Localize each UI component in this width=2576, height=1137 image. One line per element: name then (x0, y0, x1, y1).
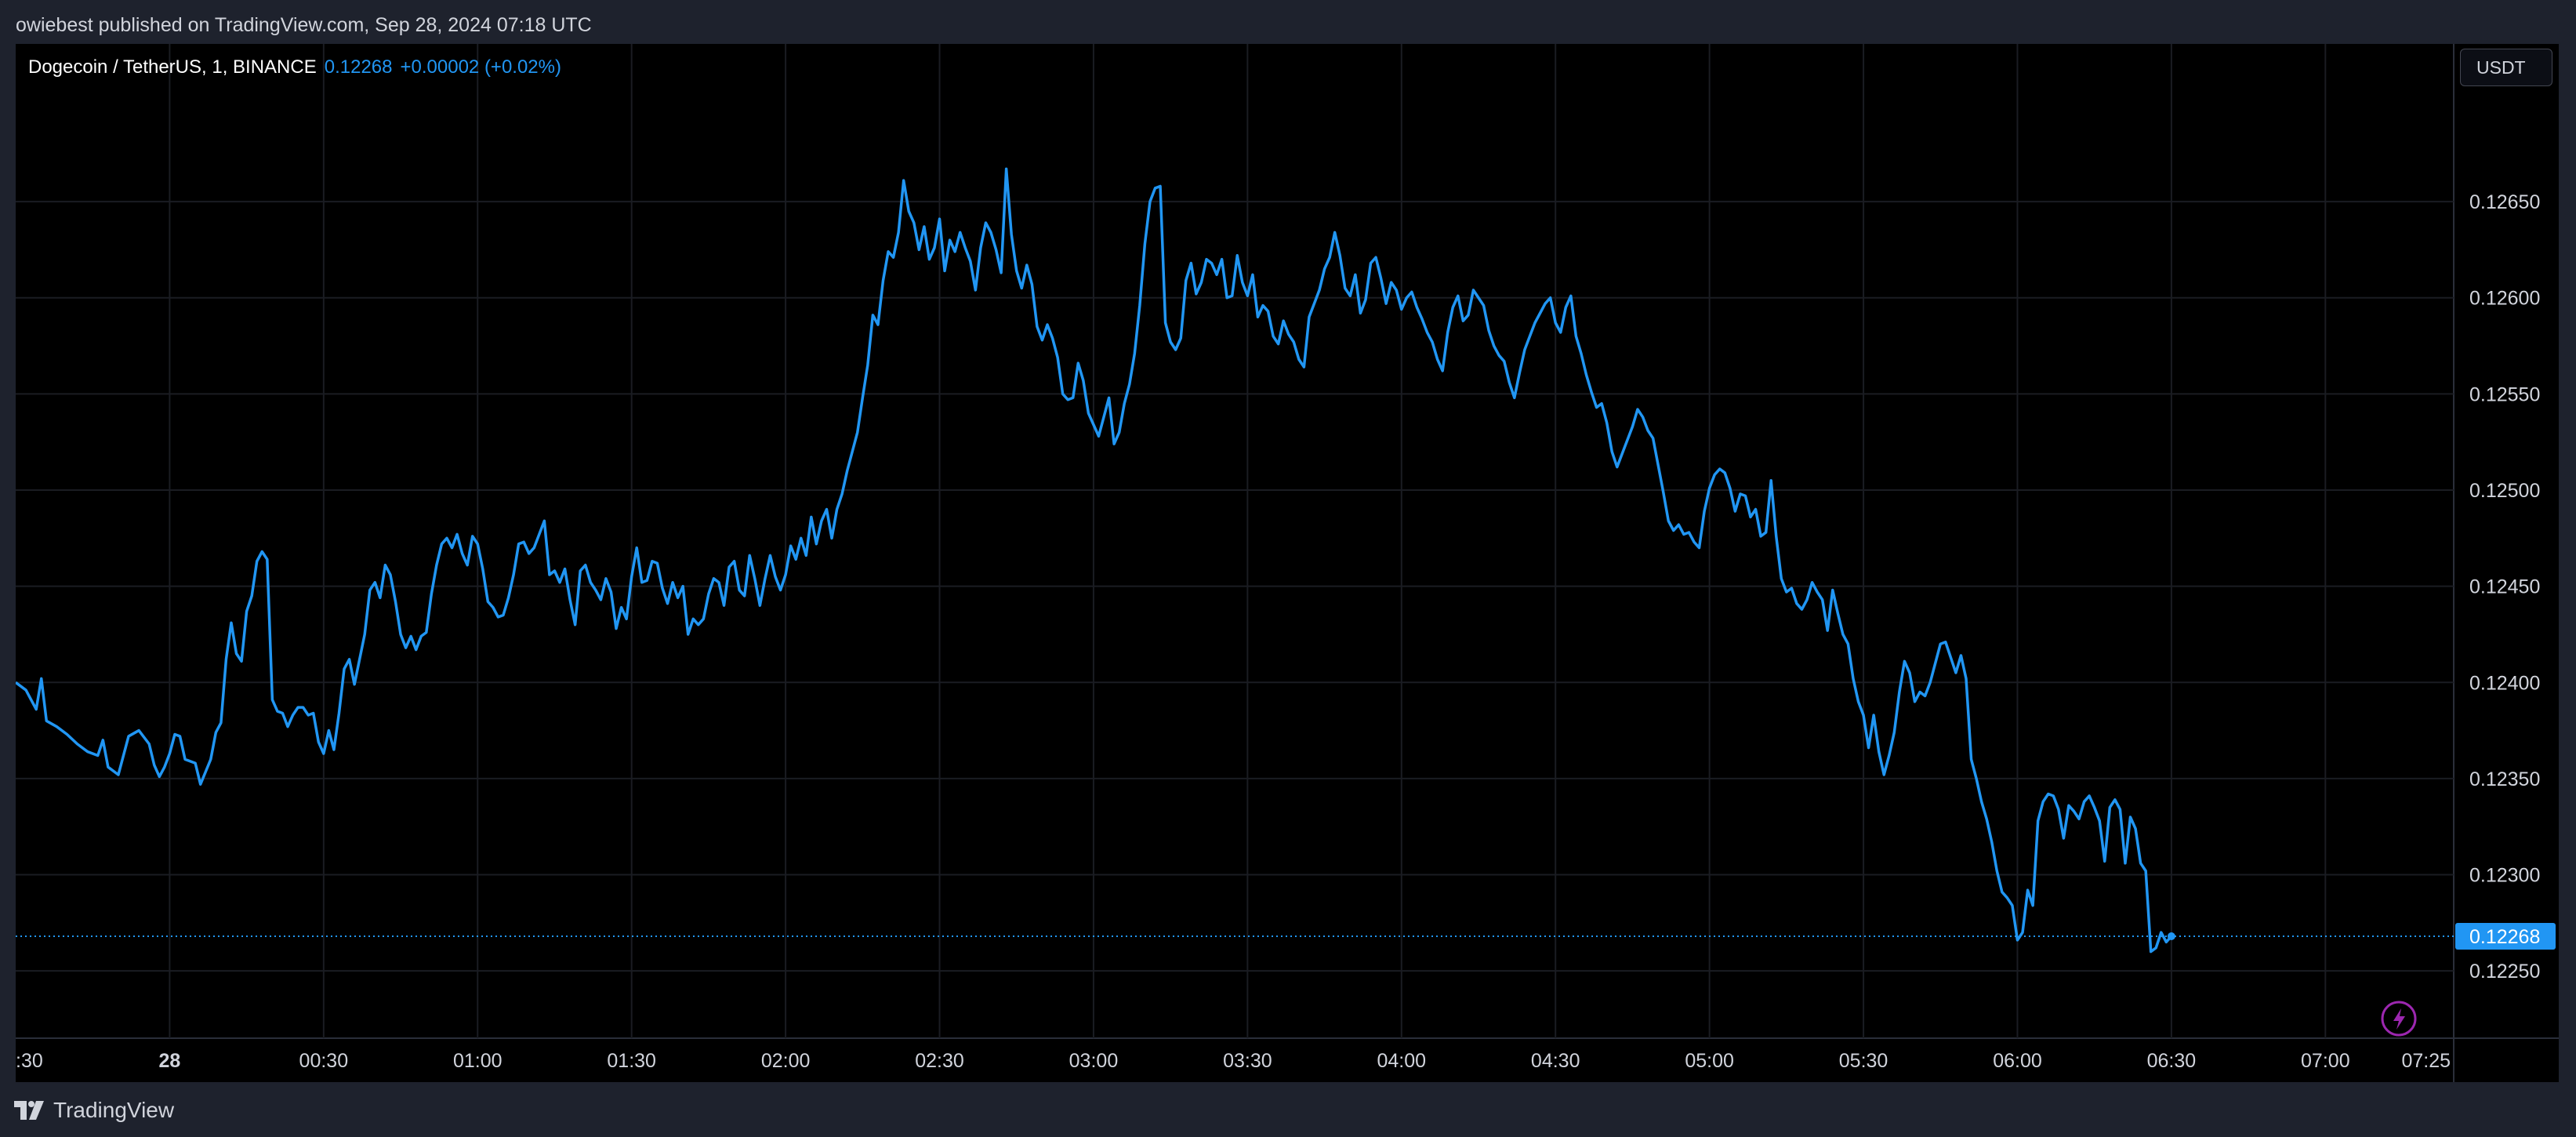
x-tick-label: 04:30 (1531, 1050, 1580, 1072)
y-tick-label: 0.12300 (2469, 865, 2540, 887)
footer: TradingView (0, 1082, 2576, 1137)
x-tick-label: 07:25 (2401, 1050, 2451, 1072)
y-tick-label: 0.12450 (2469, 576, 2540, 598)
x-tick-label: 00:30 (299, 1050, 349, 1072)
publish-info: owiebest published on TradingView.com, S… (16, 14, 592, 36)
series-layer (16, 167, 2175, 954)
y-tick-label: 0.12650 (2469, 191, 2540, 213)
x-tick-label: 02:00 (761, 1050, 811, 1072)
x-tick-label: 03:30 (1223, 1050, 1272, 1072)
tradingview-page: owiebest published on TradingView.com, S… (0, 0, 2576, 1137)
x-tick-label: 03:00 (1069, 1050, 1119, 1072)
x-tick-label: 02:30 (915, 1050, 964, 1072)
tradingview-logo-icon (14, 1101, 44, 1120)
x-tick-label: 01:00 (453, 1050, 503, 1072)
x-tick-label: :30 (16, 1050, 43, 1072)
y-tick-label: 0.12250 (2469, 961, 2540, 983)
price-axis: 0.12650 0.12600 0.12550 0.12500 0.12450 0.124… (2469, 191, 2540, 983)
y-tick-label: 0.12350 (2469, 768, 2540, 790)
y-tick-label: 0.12400 (2469, 672, 2540, 694)
brand-name: TradingView (53, 1098, 175, 1122)
lightning-icon[interactable] (2381, 1001, 2417, 1037)
tradingview-brand[interactable]: TradingView (14, 1095, 174, 1126)
x-tick-label: 28 (159, 1050, 181, 1072)
chart-pane[interactable]: 0.12268 0.12650 0.12600 0.12550 0.12500 0.12… (16, 44, 2559, 1082)
y-tick-label: 0.12550 (2469, 383, 2540, 405)
price-chart[interactable]: 0.12268 0.126500.126000.125500.125000.12… (16, 44, 2559, 1082)
current-price-label: 0.12268 (2469, 926, 2540, 948)
x-tick-label: 05:30 (1839, 1050, 1888, 1072)
x-tick-label: 06:00 (1993, 1050, 2042, 1072)
time-axis: :30 28 00:30 01:00 01:30 02:00 02:30 03:00 03:30… (16, 1050, 2451, 1072)
x-tick-label: 06:30 (2147, 1050, 2197, 1072)
last-price: 0.12268 (324, 56, 393, 78)
y-tick-label: 0.12600 (2469, 288, 2540, 310)
x-tick-label: 01:30 (607, 1050, 656, 1072)
symbol-legend[interactable]: Dogecoin / TetherUS, 1, BINANCE 0.12268 +0… (28, 53, 561, 82)
currency-button[interactable]: USDT (2460, 49, 2552, 86)
x-tick-label: 07:00 (2301, 1050, 2350, 1072)
grid-layer (16, 44, 2559, 1082)
price-change: +0.00002 (+0.02%) (400, 56, 562, 78)
x-tick-label: 05:00 (1685, 1050, 1734, 1072)
symbol-name: Dogecoin / TetherUS, 1, BINANCE (28, 56, 317, 78)
last-price-dot (2167, 932, 2175, 941)
x-tick-label: 04:00 (1377, 1050, 1427, 1072)
y-tick-label: 0.12500 (2469, 480, 2540, 502)
